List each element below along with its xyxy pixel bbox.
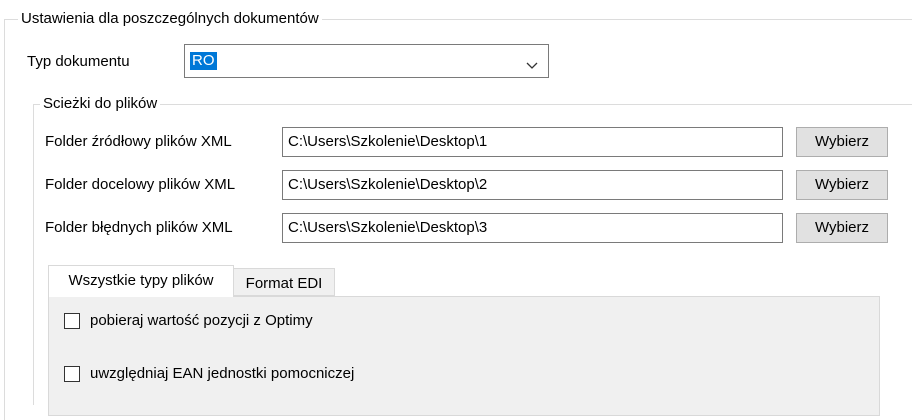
doc-type-value: RO (190, 52, 217, 70)
tab-all-file-types[interactable]: Wszystkie typy plików (48, 265, 234, 297)
source-folder-browse-button[interactable]: Wybierz (796, 127, 888, 157)
fetch-optima-value-label: pobieraj wartość pozycji z Optimy (90, 312, 313, 329)
doc-type-label: Typ dokumentu (27, 53, 130, 70)
tab-edi-format[interactable]: Format EDI (233, 268, 335, 296)
error-folder-browse-button[interactable]: Wybierz (796, 213, 888, 243)
document-settings-title: Ustawienia dla poszczególnych dokumentów (18, 10, 322, 28)
tab-edi-format-label: Format EDI (245, 275, 323, 292)
error-folder-input[interactable]: C:\Users\Szkolenie\Desktop\3 (282, 213, 783, 243)
chevron-down-icon[interactable] (526, 57, 538, 74)
doc-type-dropdown[interactable]: RO (184, 44, 549, 78)
source-folder-input[interactable]: C:\Users\Szkolenie\Desktop\1 (282, 127, 783, 157)
auxiliary-ean-label: uwzględniaj EAN jednostki pomocniczej (90, 365, 355, 382)
auxiliary-ean-checkbox[interactable] (64, 366, 80, 382)
fetch-optima-value-checkbox[interactable] (64, 313, 80, 329)
source-folder-label: Folder źródłowy plików XML (45, 133, 232, 150)
target-folder-input[interactable]: C:\Users\Szkolenie\Desktop\2 (282, 170, 783, 200)
tab-all-file-types-label: Wszystkie typy plików (68, 272, 214, 289)
target-folder-browse-button[interactable]: Wybierz (796, 170, 888, 200)
error-folder-label: Folder błędnych plików XML (45, 219, 233, 236)
paths-group-title: Scieżki do plików (40, 95, 161, 113)
target-folder-label: Folder docelowy plików XML (45, 176, 236, 193)
